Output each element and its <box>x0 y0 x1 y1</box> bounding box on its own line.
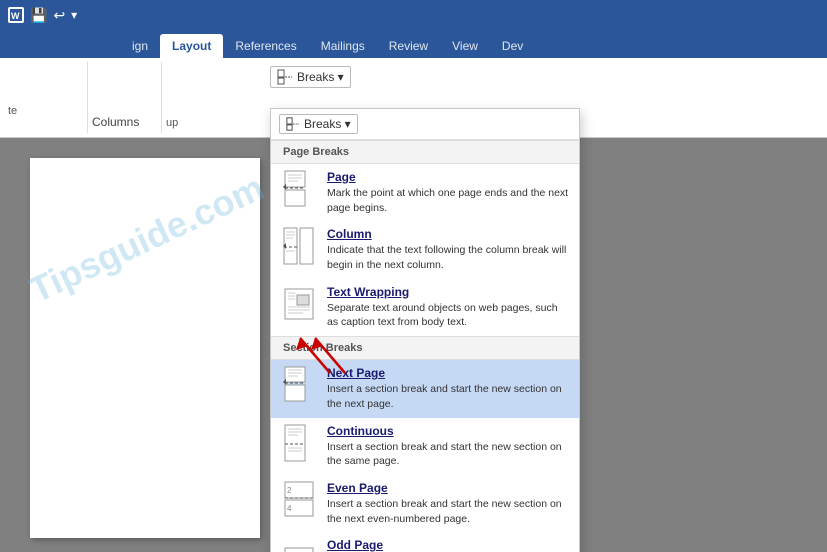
text-wrapping-text: Text Wrapping Separate text around objec… <box>327 285 569 330</box>
page-break-icon <box>281 170 317 208</box>
dropdown-breaks-header: Breaks ▾ <box>271 109 579 140</box>
tab-mailings[interactable]: Mailings <box>309 34 377 58</box>
break-item-odd-page[interactable]: 1 Odd Page <box>271 532 579 552</box>
break-item-continuous[interactable]: Continuous Insert a section break and st… <box>271 418 579 475</box>
tab-design[interactable]: ign <box>120 34 160 58</box>
ribbon-tabs: ign Layout References Mailings Review Vi… <box>0 30 827 58</box>
continuous-break-icon <box>281 424 317 462</box>
break-item-column[interactable]: Column Indicate that the text following … <box>271 221 579 278</box>
tab-view[interactable]: View <box>440 34 490 58</box>
page-left: Tipsguide.com <box>30 158 260 538</box>
title-bar: W 💾 ↩ ▾ <box>0 0 827 30</box>
break-item-text-wrapping[interactable]: Text Wrapping Separate text around objec… <box>271 279 579 336</box>
main-wrapper: W 💾 ↩ ▾ ign Layout References Mailings R… <box>0 0 827 552</box>
tab-references[interactable]: References <box>223 34 308 58</box>
dropdown-breaks-icon <box>286 117 300 131</box>
partial-text-label: te <box>8 105 77 117</box>
breaks-icon <box>277 69 293 85</box>
tab-review[interactable]: Review <box>377 34 440 58</box>
word-icon: W <box>8 7 24 23</box>
break-item-page[interactable]: Page Mark the point at which one page en… <box>271 164 579 221</box>
tab-dev[interactable]: Dev <box>490 34 535 58</box>
svg-text:W: W <box>11 11 20 21</box>
dropdown-breaks-button[interactable]: Breaks ▾ <box>279 114 358 134</box>
odd-page-break-icon: 1 <box>281 538 317 552</box>
tab-layout[interactable]: Layout <box>160 34 223 58</box>
text-wrapping-icon <box>281 285 317 323</box>
quick-access-undo[interactable]: ↩ <box>53 7 65 24</box>
section-breaks-header: Section Breaks <box>271 336 579 360</box>
break-item-next-page[interactable]: Next Page Insert a section break and sta… <box>271 360 579 417</box>
quick-access-save[interactable]: 💾 <box>30 7 47 24</box>
column-break-icon <box>281 227 317 265</box>
even-page-text: Even Page Insert a section break and sta… <box>327 481 569 526</box>
svg-text:2: 2 <box>287 486 292 495</box>
continuous-text: Continuous Insert a section break and st… <box>327 424 569 469</box>
page-breaks-header: Page Breaks <box>271 140 579 164</box>
columns-label: Columns <box>92 115 149 129</box>
break-item-even-page[interactable]: 2 4 Even Page Insert a section break and… <box>271 475 579 532</box>
svg-text:4: 4 <box>287 504 292 513</box>
watermark-text: Tipsguide.com <box>23 166 270 311</box>
dropdown-menu: Breaks ▾ Page Breaks Page Mark the <box>270 108 580 552</box>
next-page-break-icon <box>281 366 317 404</box>
even-page-break-icon: 2 4 <box>281 481 317 519</box>
page-break-text: Page Mark the point at which one page en… <box>327 170 569 215</box>
column-break-text: Column Indicate that the text following … <box>327 227 569 272</box>
odd-page-text: Odd Page <box>327 538 569 552</box>
partial-up-label: up <box>166 117 204 129</box>
next-page-text: Next Page Insert a section break and sta… <box>327 366 569 411</box>
breaks-button[interactable]: Breaks ▾ <box>270 66 351 88</box>
quick-access-customize[interactable]: ▾ <box>71 8 77 22</box>
